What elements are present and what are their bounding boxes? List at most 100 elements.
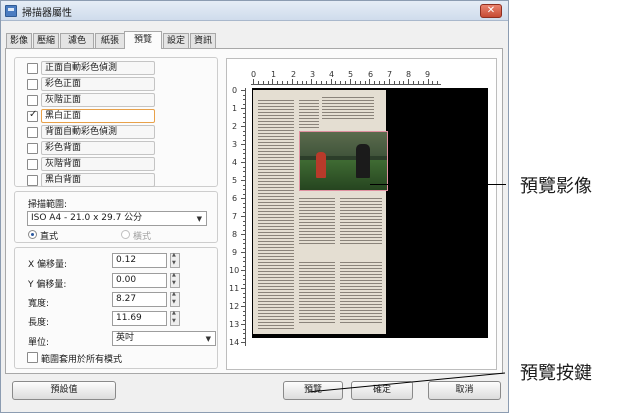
close-button[interactable]: ✕: [480, 4, 502, 18]
tab-preview[interactable]: 預覽: [124, 31, 162, 49]
document-text-line: [299, 271, 335, 272]
document-text-line: [299, 322, 335, 323]
document-text-line: [340, 210, 382, 211]
option-label-front-gray[interactable]: 灰階正面: [41, 93, 155, 107]
width-label: 寬度:: [28, 299, 50, 309]
length-input[interactable]: 11.69: [112, 311, 167, 326]
chevron-down-icon: ▼: [196, 215, 202, 223]
document-text-line: [258, 286, 294, 287]
document-text-line: [340, 307, 382, 308]
ruler-tick: [243, 166, 246, 168]
radio-portrait[interactable]: [28, 230, 37, 239]
landscape-label: 橫式: [133, 232, 152, 242]
option-label-front-auto-color[interactable]: 正面自動彩色偵測: [41, 61, 155, 75]
scan-area-dropdown[interactable]: ISO A4 - 21.0 x 29.7 公分 ▼: [27, 211, 207, 226]
document-text-line: [258, 229, 294, 230]
tab-settings[interactable]: 設定: [163, 33, 189, 48]
ruler-tick: [432, 81, 434, 84]
ruler-tick: [243, 202, 246, 204]
ruler-label: 1: [232, 104, 238, 113]
document-text-line: [258, 226, 294, 227]
document-text-line: [340, 310, 382, 311]
radio-landscape[interactable]: [121, 230, 130, 239]
document-text-line: [258, 304, 294, 305]
checkbox-rear-color[interactable]: [27, 143, 38, 154]
document-text-line: [258, 298, 294, 299]
document-text-line: [299, 106, 319, 107]
ruler-tick: [241, 324, 246, 325]
document-text-line: [258, 319, 294, 320]
ruler-tick: [427, 79, 429, 84]
ruler-tick: [350, 79, 351, 84]
document-text-line: [258, 325, 294, 326]
ruler-tick: [311, 79, 313, 84]
x-offset-label: X 偏移量:: [28, 260, 68, 270]
document-text-line: [322, 112, 374, 113]
document-text-line: [258, 181, 294, 182]
ruler-tick: [241, 252, 246, 253]
x-offset-spinner[interactable]: [170, 252, 180, 268]
document-text-line: [258, 166, 294, 167]
ruler-tick: [320, 81, 322, 84]
tab-paper[interactable]: 紙張: [95, 33, 125, 48]
checkbox-front-auto-color[interactable]: [27, 63, 38, 74]
length-spinner[interactable]: [170, 310, 180, 326]
document-text-line: [258, 283, 294, 284]
document-text-line: [322, 103, 374, 104]
document-text-line: [258, 160, 294, 161]
document-text-line: [340, 243, 382, 244]
ruler-label: 6: [368, 70, 374, 79]
ruler-label: 0: [251, 70, 257, 79]
ruler-tick: [243, 238, 246, 240]
document-text-line: [258, 316, 294, 317]
checkbox-apply-all-modes[interactable]: [27, 352, 38, 363]
ruler-tick: [257, 81, 259, 84]
document-text-line: [340, 237, 382, 238]
document-text-line: [299, 313, 335, 314]
checkbox-rear-auto-color[interactable]: [27, 127, 38, 138]
ruler-tick: [277, 81, 279, 84]
document-text-line: [340, 265, 382, 266]
option-label-rear-gray[interactable]: 灰階背面: [41, 157, 155, 171]
ruler-tick: [241, 144, 246, 145]
checkbox-rear-bw[interactable]: [27, 175, 38, 186]
ruler-label: 12: [229, 302, 240, 311]
option-label-front-color[interactable]: 彩色正面: [41, 77, 155, 91]
document-text-line: [340, 207, 382, 208]
document-text-line: [258, 199, 294, 200]
document-text-line: [299, 103, 319, 104]
document-text-line: [299, 310, 335, 311]
width-input[interactable]: 8.27: [112, 292, 167, 307]
ruler-tick: [243, 103, 246, 105]
ruler-tick: [241, 162, 246, 163]
document-text-line: [340, 231, 382, 232]
default-button[interactable]: 預設值: [12, 381, 116, 400]
width-spinner[interactable]: [170, 291, 180, 307]
ruler-tick: [383, 81, 385, 84]
y-offset-spinner[interactable]: [170, 272, 180, 288]
option-label-rear-auto-color[interactable]: 背面自動彩色偵測: [41, 125, 155, 139]
tab-compression[interactable]: 壓縮: [33, 33, 59, 48]
checkbox-front-gray[interactable]: [27, 95, 38, 106]
checkbox-front-bw[interactable]: [27, 109, 38, 122]
checkbox-front-color[interactable]: [27, 79, 38, 90]
y-offset-input[interactable]: 0.00: [112, 273, 167, 288]
tab-color-dropout[interactable]: 濾色: [60, 33, 94, 48]
option-label-front-bw[interactable]: 黑白正面: [41, 109, 155, 123]
ruler-label: 10: [229, 266, 240, 275]
option-label-rear-color[interactable]: 彩色背面: [41, 141, 155, 155]
ruler-tick: [335, 81, 337, 84]
tab-image[interactable]: 影像: [6, 33, 32, 48]
document-text-line: [258, 235, 294, 236]
tab-information[interactable]: 資訊: [190, 33, 216, 48]
document-text-line: [258, 142, 294, 143]
document-text-line: [258, 133, 294, 134]
checkbox-rear-gray[interactable]: [27, 159, 38, 170]
document-text-line: [258, 151, 294, 152]
x-offset-input[interactable]: 0.12: [112, 253, 167, 268]
document-text-line: [299, 304, 335, 305]
option-label-rear-bw[interactable]: 黑白背面: [41, 173, 155, 187]
ruler-tick: [243, 193, 246, 195]
document-text-line: [258, 250, 294, 251]
unit-dropdown[interactable]: 英吋 ▼: [112, 331, 216, 346]
